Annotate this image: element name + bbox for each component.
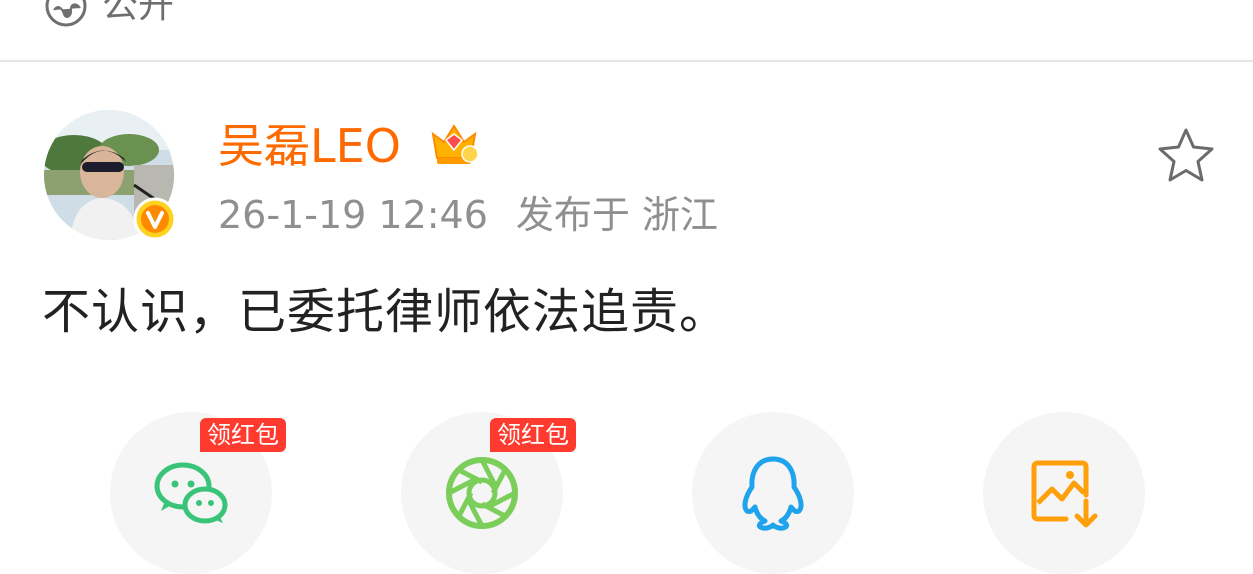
post-meta: 26-1-19 12:46 发布于 浙江 xyxy=(218,190,718,240)
globe-icon xyxy=(45,0,87,27)
post-timestamp: 26-1-19 12:46 xyxy=(218,193,488,237)
wechat-icon xyxy=(154,462,228,524)
red-packet-badge: 领红包 xyxy=(200,418,286,452)
post-location: 发布于 浙江 xyxy=(515,193,718,237)
author-name[interactable]: 吴磊LEO xyxy=(218,118,401,174)
share-qq-button[interactable] xyxy=(692,412,854,574)
qq-icon xyxy=(742,456,804,531)
visibility-row: 公开 xyxy=(44,0,174,30)
save-image-button[interactable] xyxy=(983,412,1145,574)
save-image-icon xyxy=(1031,460,1098,528)
crown-icon xyxy=(431,124,479,164)
star-icon[interactable] xyxy=(1156,126,1216,184)
visibility-label: 公开 xyxy=(102,0,175,26)
moments-icon xyxy=(446,457,518,529)
verified-badge-icon xyxy=(133,197,177,241)
divider xyxy=(0,60,1253,62)
red-packet-badge: 领红包 xyxy=(490,418,576,452)
post-text: 不认识，已委托律师依法追责。 xyxy=(42,284,729,340)
